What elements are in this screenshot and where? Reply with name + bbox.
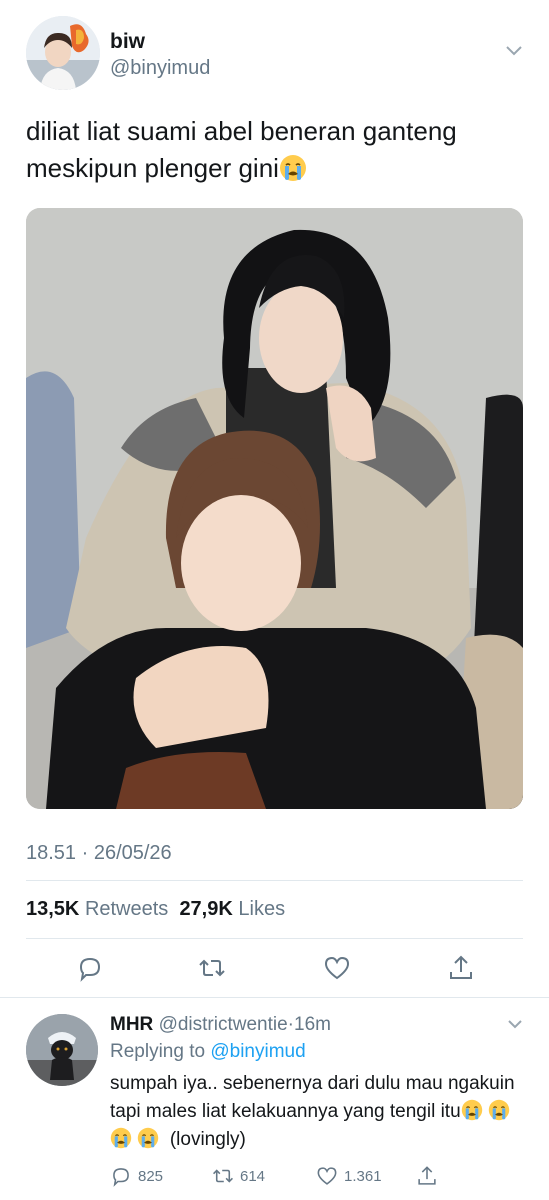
reply-author-avatar[interactable] xyxy=(26,1014,98,1086)
tweet-text: diliat liat suami abel beneran ganteng m… xyxy=(26,113,526,187)
retweet-icon xyxy=(213,1169,233,1183)
author-avatar[interactable] xyxy=(26,16,100,90)
author-name[interactable]: biw xyxy=(110,30,145,54)
reply-action-bar: 825 614 1.361 xyxy=(110,1163,520,1189)
likes-stat[interactable]: 27,9K Likes xyxy=(179,898,285,920)
reply-text-content: sumpah iya.. sebenernya dari dulu mau ng… xyxy=(110,1073,515,1122)
reply-reply-action[interactable]: 825 xyxy=(110,1163,163,1189)
reply-author-handle[interactable]: @districtwentie xyxy=(159,1014,288,1035)
loudly-crying-face-icon xyxy=(279,155,306,181)
retweets-label: Retweets xyxy=(84,898,169,920)
loudly-crying-face-icon xyxy=(461,1099,482,1121)
reply-like-action[interactable]: 1.361 xyxy=(316,1163,382,1189)
reply-share-action[interactable] xyxy=(416,1163,438,1189)
tweet-header: biw @binyimud xyxy=(26,16,526,92)
reply-tweet[interactable]: MHR @districtwentie·16m Replying to @bin… xyxy=(26,1012,526,1192)
likes-count: 27,9K xyxy=(179,898,233,920)
retweets-stat[interactable]: 13,5K Retweets xyxy=(26,898,168,920)
replying-to: Replying to @binyimud xyxy=(110,1041,306,1063)
reply-like-count: 1.361 xyxy=(344,1167,382,1185)
tweet-text-content: diliat liat suami abel beneran ganteng m… xyxy=(26,116,457,183)
reply-text: sumpah iya.. sebenernya dari dulu mau ng… xyxy=(110,1070,520,1154)
tweet-photo[interactable] xyxy=(26,208,523,809)
reply-text-suffix: (lovingly) xyxy=(169,1129,246,1150)
reply-reply-count: 825 xyxy=(138,1167,164,1185)
chevron-down-icon[interactable] xyxy=(506,1018,524,1030)
retweets-count: 13,5K xyxy=(26,898,80,920)
loudly-crying-face-icon xyxy=(138,1127,159,1149)
tweet-action-bar xyxy=(26,948,523,988)
tweet-timestamp: 18.51 · 26/05/26 xyxy=(26,842,172,864)
retweet-icon[interactable] xyxy=(198,954,226,982)
reply-icon xyxy=(113,1168,129,1187)
share-icon[interactable] xyxy=(447,954,475,982)
replying-mention[interactable]: @binyimud xyxy=(210,1041,305,1062)
heart-icon xyxy=(317,1167,337,1185)
loudly-crying-face-icon xyxy=(488,1099,510,1121)
divider xyxy=(26,880,523,881)
share-icon xyxy=(418,1166,436,1185)
replying-prefix: Replying to xyxy=(110,1041,206,1062)
divider xyxy=(0,997,549,998)
reply-time: 16m xyxy=(294,1014,331,1035)
divider xyxy=(26,938,523,939)
author-handle[interactable]: @binyimud xyxy=(110,57,210,80)
reply-author-name[interactable]: MHR xyxy=(110,1014,153,1035)
loudly-crying-face-icon xyxy=(110,1127,132,1149)
tweet-stats: 13,5K Retweets 27,9K Likes xyxy=(26,898,285,921)
reply-icon[interactable] xyxy=(76,954,104,982)
reply-retweet-action[interactable]: 614 xyxy=(212,1163,265,1189)
likes-label: Likes xyxy=(238,898,286,920)
reply-header: MHR @districtwentie·16m xyxy=(110,1014,331,1036)
heart-icon[interactable] xyxy=(323,954,351,982)
chevron-down-icon[interactable] xyxy=(504,44,524,58)
reply-retweet-count: 614 xyxy=(240,1167,266,1185)
